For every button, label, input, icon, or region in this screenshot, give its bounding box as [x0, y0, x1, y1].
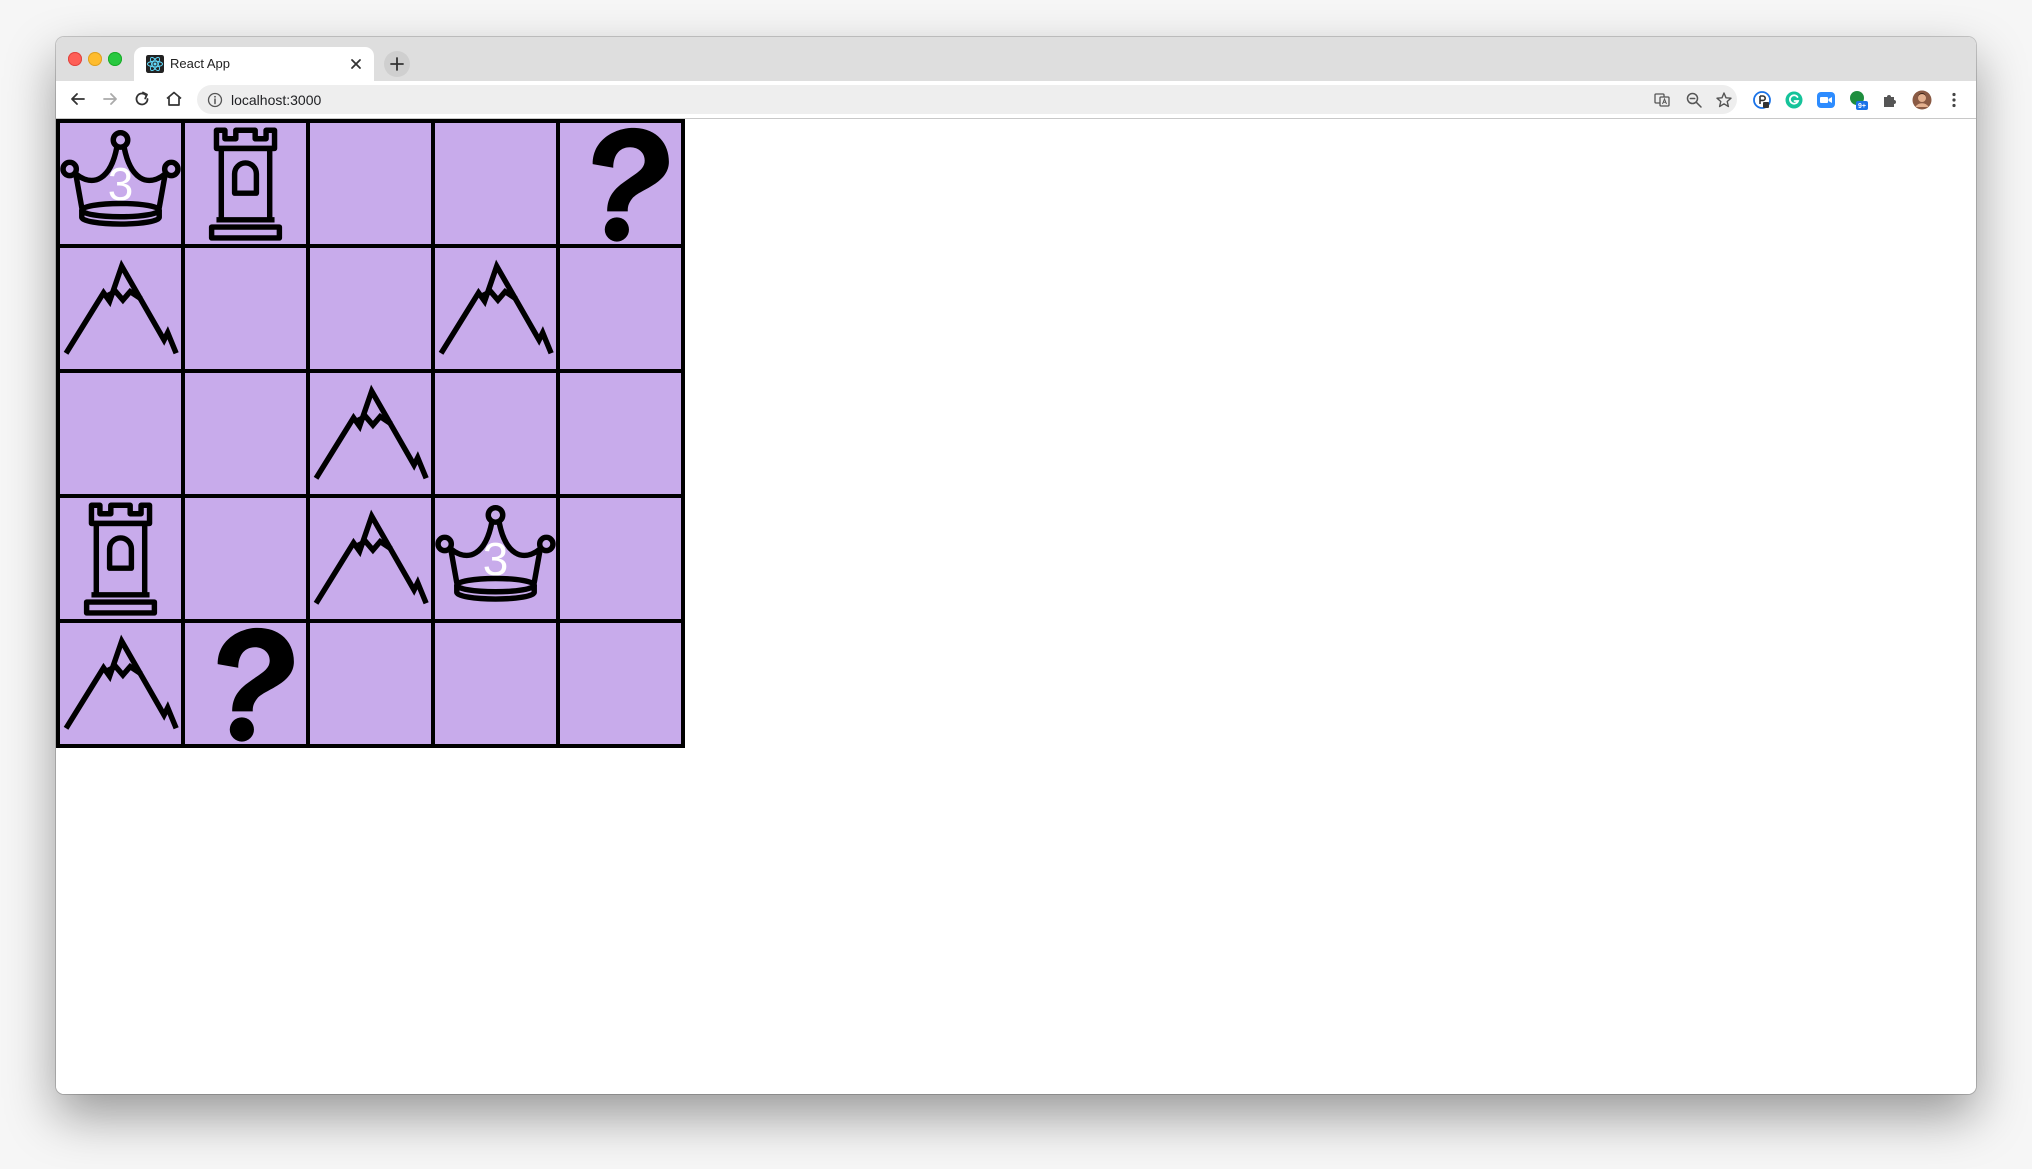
- crown-icon: [60, 129, 181, 227]
- board-cell[interactable]: [558, 121, 683, 246]
- board-cell[interactable]: [433, 621, 558, 746]
- close-window-button[interactable]: [68, 52, 82, 66]
- plus-icon: [390, 57, 404, 71]
- question-mark-icon: [217, 627, 294, 742]
- browser-window: React App localhost:3000 9+ 3 3: [56, 37, 1976, 1094]
- question-mark-icon: [592, 127, 669, 242]
- page-viewport: 3 3: [56, 119, 1976, 1094]
- board-cell[interactable]: [558, 371, 683, 496]
- address-bar[interactable]: localhost:3000: [197, 85, 1737, 114]
- board-cell[interactable]: [308, 496, 433, 621]
- zoom-icon[interactable]: [1685, 91, 1703, 109]
- password-extension-icon[interactable]: [1752, 90, 1772, 110]
- board-cell[interactable]: 3: [58, 121, 183, 246]
- board-cell[interactable]: [558, 246, 683, 371]
- puzzle-icon[interactable]: [1880, 90, 1900, 110]
- minimize-window-button[interactable]: [88, 52, 102, 66]
- board-cell[interactable]: [308, 371, 433, 496]
- mountain-icon: [313, 509, 429, 605]
- board-cell[interactable]: [433, 121, 558, 246]
- board-cell[interactable]: [58, 496, 183, 621]
- board-cell[interactable]: [183, 246, 308, 371]
- board-cell[interactable]: [58, 621, 183, 746]
- tower-icon: [83, 502, 158, 616]
- grammarly-extension-icon[interactable]: [1784, 90, 1804, 110]
- mountain-icon: [63, 259, 179, 355]
- kebab-menu-icon[interactable]: [1944, 90, 1964, 110]
- back-arrow-icon[interactable]: [68, 89, 88, 109]
- green-extension-icon[interactable]: 9+: [1848, 90, 1868, 110]
- board-cell[interactable]: [58, 246, 183, 371]
- board-cell[interactable]: [183, 121, 308, 246]
- board-cell[interactable]: [433, 371, 558, 496]
- tab-strip: React App: [56, 37, 1976, 81]
- tab-react-app[interactable]: React App: [134, 47, 374, 81]
- maximize-window-button[interactable]: [108, 52, 122, 66]
- home-icon[interactable]: [164, 89, 184, 109]
- mountain-icon: [438, 259, 554, 355]
- board-cell[interactable]: [58, 371, 183, 496]
- mountain-icon: [63, 634, 179, 730]
- zoom-extension-icon[interactable]: [1816, 90, 1836, 110]
- board-cell[interactable]: [558, 621, 683, 746]
- new-tab-button[interactable]: [384, 51, 410, 77]
- info-icon[interactable]: [207, 92, 223, 108]
- game-board: 3 3: [56, 119, 685, 748]
- forward-arrow-icon[interactable]: [100, 89, 120, 109]
- profile-avatar[interactable]: [1912, 90, 1932, 110]
- board-cell[interactable]: [433, 246, 558, 371]
- reload-icon[interactable]: [132, 89, 152, 109]
- bookmark-star-icon[interactable]: [1715, 91, 1733, 109]
- board-cell[interactable]: [558, 496, 683, 621]
- board-cell[interactable]: [308, 121, 433, 246]
- svg-text:9+: 9+: [1858, 103, 1866, 110]
- board-cell[interactable]: 3: [433, 496, 558, 621]
- board-cell[interactable]: [183, 371, 308, 496]
- close-tab-icon[interactable]: [348, 56, 364, 72]
- translate-icon[interactable]: [1653, 91, 1671, 109]
- crown-icon: [435, 504, 556, 602]
- board-cell[interactable]: [308, 621, 433, 746]
- mountain-icon: [313, 384, 429, 480]
- tab-title: React App: [170, 56, 230, 71]
- board-cell[interactable]: [183, 621, 308, 746]
- board-cell[interactable]: [308, 246, 433, 371]
- url-text[interactable]: localhost:3000: [231, 92, 321, 108]
- browser-toolbar: localhost:3000 9+: [56, 81, 1976, 119]
- tower-icon: [208, 127, 283, 241]
- board-cell[interactable]: [183, 496, 308, 621]
- react-favicon-icon: [146, 55, 164, 73]
